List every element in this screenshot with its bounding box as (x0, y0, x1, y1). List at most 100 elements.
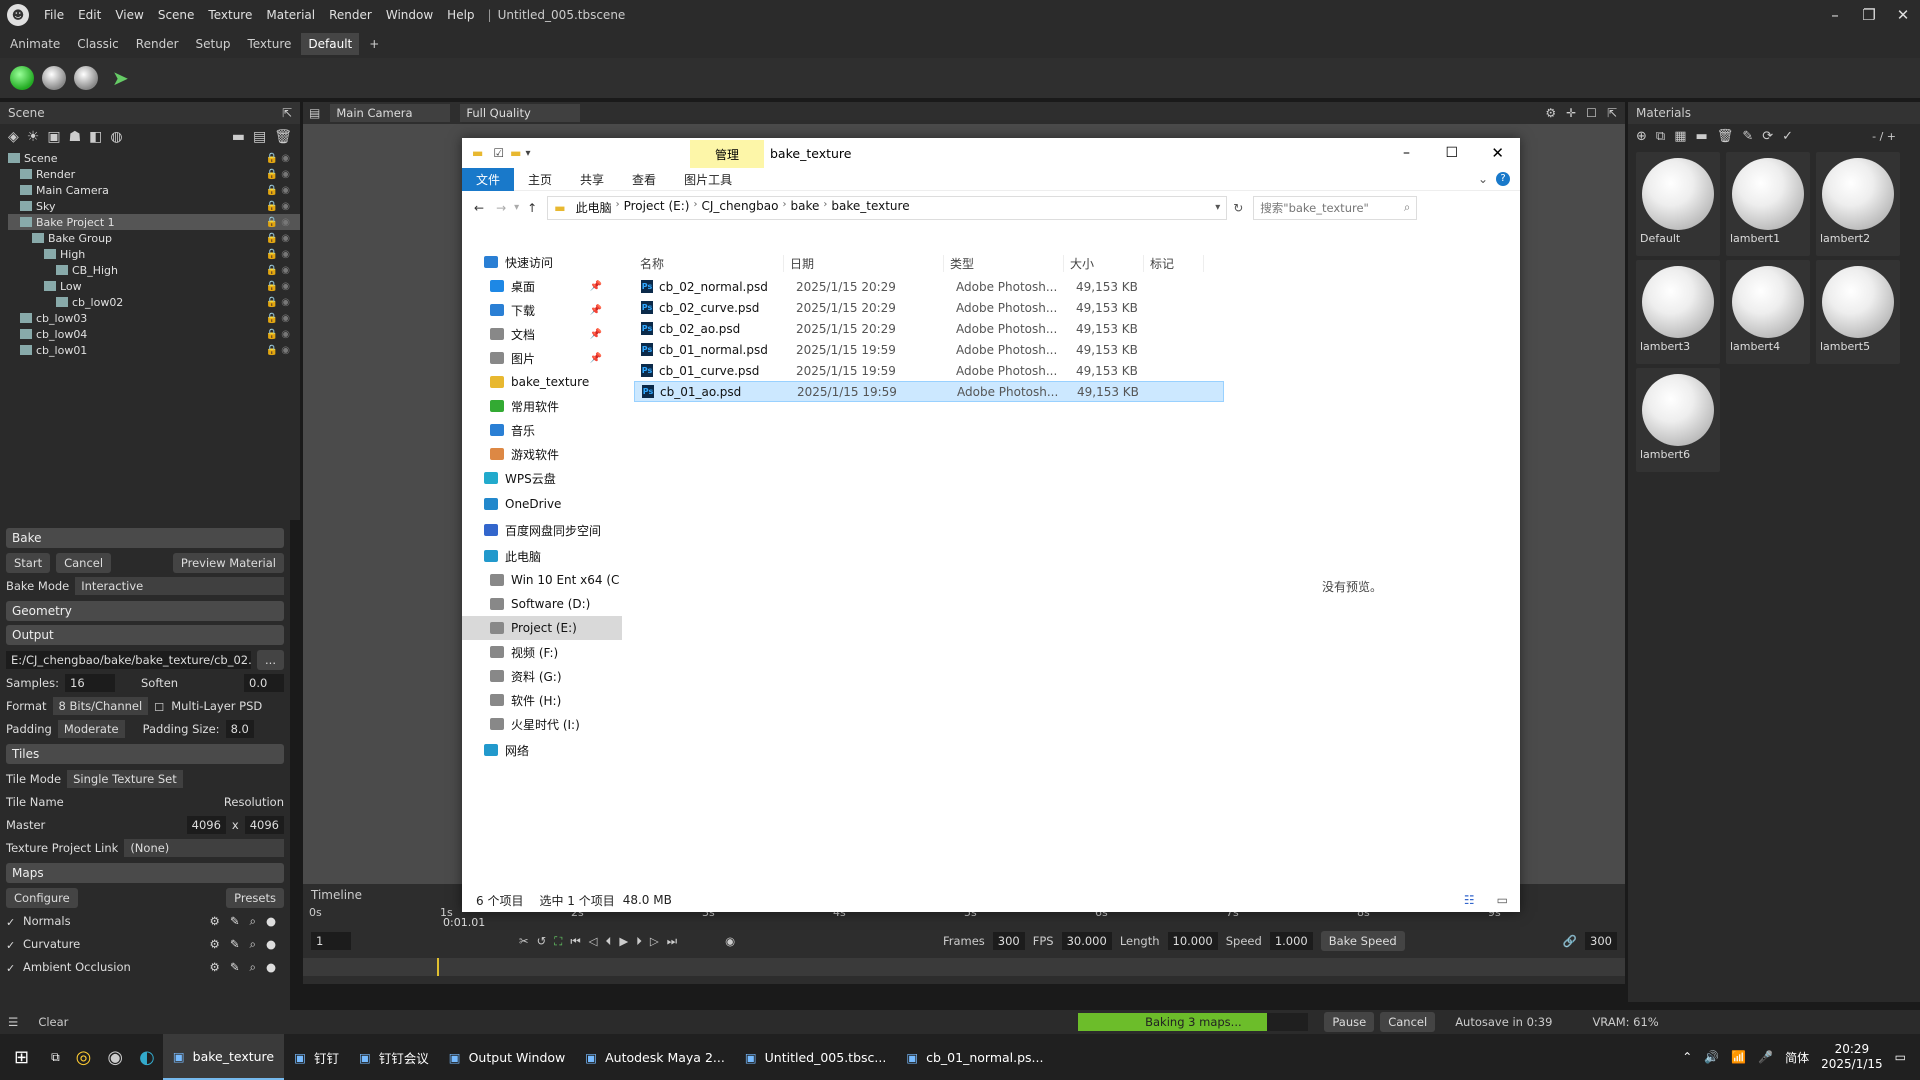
checker-icon[interactable]: ▦ (1674, 129, 1686, 144)
visibility-lock-icon[interactable]: 🔒 ◉ (266, 169, 290, 180)
render-mode-sphere-icon[interactable] (74, 66, 98, 90)
last-frame-icon[interactable]: ⏭ (667, 934, 677, 949)
scene-tree-item[interactable]: High 🔒 ◉ (8, 246, 300, 262)
file-row[interactable]: Ps cb_02_normal.psd 2025/1/15 20:29 Adobe P… (634, 276, 1224, 297)
scene-tree-item[interactable]: Scene 🔒 ◉ (8, 150, 300, 166)
next-frame-icon[interactable]: ⏵ (636, 934, 642, 949)
nav-item[interactable]: 图片 📌 (462, 346, 622, 370)
material-swatch[interactable]: lambert1 (1726, 152, 1810, 256)
folder-icon[interactable]: ▬ (232, 129, 245, 145)
resolution-width-field[interactable]: 4096 (186, 816, 226, 834)
scene-tree-item[interactable]: cb_low04 🔒 ◉ (8, 326, 300, 342)
explorer-close-icon[interactable]: ✕ (1491, 144, 1504, 162)
layout-tab[interactable]: Render (129, 33, 186, 55)
material-swatch[interactable]: lambert5 (1816, 260, 1900, 364)
nav-item[interactable]: 视频 (F:) (462, 640, 622, 664)
magnify-icon[interactable]: ⌕ (250, 914, 256, 929)
scene-tree-item[interactable]: CB_High 🔒 ◉ (8, 262, 300, 278)
crosshair-icon[interactable]: ✛ (1566, 106, 1576, 120)
map-checkbox[interactable]: ✓ (6, 962, 17, 975)
gear-icon[interactable]: ⚙ (210, 937, 220, 952)
layout-tab[interactable]: Default (301, 33, 360, 55)
layout-tab[interactable]: Classic (70, 33, 126, 55)
breadcrumb-item[interactable]: bake_texture (831, 199, 909, 216)
explorer-minimize-icon[interactable]: – (1403, 145, 1410, 161)
gear-icon[interactable]: ⚙ (210, 914, 220, 929)
recent-icon[interactable]: ▾ (514, 202, 519, 213)
popout-icon[interactable]: ⇱ (282, 106, 292, 120)
file-row[interactable]: Ps cb_01_curve.psd 2025/1/15 19:59 Adobe Ph… (634, 360, 1224, 381)
visibility-lock-icon[interactable]: 🔒 ◉ (266, 281, 290, 292)
gear-icon[interactable]: ⚙ (210, 960, 220, 975)
visibility-lock-icon[interactable]: 🔒 ◉ (266, 265, 290, 276)
menu-window[interactable]: Window (379, 8, 440, 22)
scene-tree-item[interactable]: cb_low01 🔒 ◉ (8, 342, 300, 358)
details-view-icon[interactable]: ☷ (1464, 893, 1475, 907)
magnify-icon[interactable]: ⌕ (250, 960, 256, 975)
nav-item[interactable]: 游戏软件 (462, 442, 622, 466)
length-field[interactable]: 10.000 (1167, 932, 1218, 950)
samples-field[interactable]: 16 (65, 674, 115, 692)
render-mode-white-icon[interactable] (42, 66, 66, 90)
link-icon[interactable]: 🔗 (1563, 934, 1577, 948)
taskbar-app[interactable]: ▣ 钉钉会议 (349, 1034, 439, 1080)
popout-viewport-icon[interactable]: ⇱ (1607, 106, 1617, 120)
map-checkbox[interactable]: ✓ (6, 916, 17, 929)
maps-section-header[interactable]: Maps (6, 863, 284, 883)
menu-material[interactable]: Material (259, 8, 322, 22)
refresh-address-icon[interactable]: ↻ (1233, 201, 1243, 215)
nav-item[interactable]: Project (E:) (462, 616, 622, 640)
mic-icon[interactable]: 🎤 (1758, 1050, 1773, 1064)
material-swatch[interactable]: lambert2 (1816, 152, 1900, 256)
duplicate-icon[interactable]: ▤ (253, 129, 266, 145)
nav-item[interactable]: 文档 📌 (462, 322, 622, 346)
configure-button[interactable]: Configure (6, 888, 78, 908)
camera-icon[interactable]: ▣ (47, 129, 60, 145)
new-folder-icon[interactable]: ▬ (510, 146, 521, 160)
ribbon-tab[interactable]: 查看 (618, 168, 670, 191)
scene-tree-item[interactable]: cb_low02 🔒 ◉ (8, 294, 300, 310)
visibility-lock-icon[interactable]: 🔒 ◉ (266, 297, 290, 308)
object-icon[interactable]: ◈ (8, 129, 19, 145)
scene-tree-item[interactable]: Sky 🔒 ◉ (8, 198, 300, 214)
help-icon[interactable]: ? (1496, 172, 1510, 186)
delete-icon[interactable]: 🗑 (274, 129, 292, 145)
windows-start-icon[interactable]: ⊞ (0, 1047, 43, 1068)
refresh-icon[interactable]: ⟳ (1762, 129, 1773, 144)
ribbon-tab[interactable]: 主页 (514, 168, 566, 191)
magnify-icon[interactable]: ⌕ (250, 937, 256, 952)
nav-item[interactable]: 音乐 (462, 418, 622, 442)
geometry-section-header[interactable]: Geometry (6, 601, 284, 621)
nav-item[interactable]: 网络 (462, 738, 622, 762)
file-row[interactable]: Ps cb_02_curve.psd 2025/1/15 20:29 Adobe Ph… (634, 297, 1224, 318)
file-row[interactable]: Ps cb_01_normal.psd 2025/1/15 19:59 Adobe P… (634, 339, 1224, 360)
texture-link-select[interactable]: (None) (124, 839, 284, 857)
menu-view[interactable]: View (108, 8, 150, 22)
soften-field[interactable]: 0.0 (244, 674, 284, 692)
tiles-view-icon[interactable]: ▭ (1497, 893, 1508, 907)
network-icon[interactable]: 📶 (1731, 1050, 1746, 1064)
brush-icon[interactable]: ✎ (1742, 129, 1753, 144)
ribbon-tab[interactable]: 文件 (462, 167, 515, 191)
duplicate-material-icon[interactable]: ⧉ (1656, 129, 1665, 144)
ribbon-tab[interactable]: 图片工具 (670, 168, 746, 191)
end-frame-field[interactable]: 300 (1585, 932, 1617, 950)
column-header[interactable]: 类型 (944, 254, 1064, 272)
group-icon[interactable]: ☗ (69, 129, 82, 145)
explorer-maximize-icon[interactable]: ☐ (1445, 145, 1458, 161)
menu-help[interactable]: Help (440, 8, 481, 22)
log-icon[interactable]: ☰ (8, 1015, 18, 1029)
up-icon[interactable]: ↑ (527, 201, 537, 215)
forward-icon[interactable]: → (496, 201, 506, 215)
nav-item[interactable]: OneDrive (462, 492, 622, 516)
bake-speed-button[interactable]: Bake Speed (1320, 931, 1405, 951)
scene-tree-item[interactable]: Low 🔒 ◉ (8, 278, 300, 294)
visibility-lock-icon[interactable]: 🔒 ◉ (266, 233, 290, 244)
file-row[interactable]: Ps cb_01_ao.psd 2025/1/15 19:59 Adobe Photo… (634, 381, 1224, 402)
nav-item[interactable]: bake_texture (462, 370, 622, 394)
menu-texture[interactable]: Texture (201, 8, 259, 22)
notification-icon[interactable]: ▭ (1895, 1050, 1906, 1064)
material-swatch[interactable]: lambert6 (1636, 368, 1720, 472)
bake-icon[interactable]: ◍ (110, 129, 122, 145)
fps-field[interactable]: 30.000 (1061, 932, 1112, 950)
